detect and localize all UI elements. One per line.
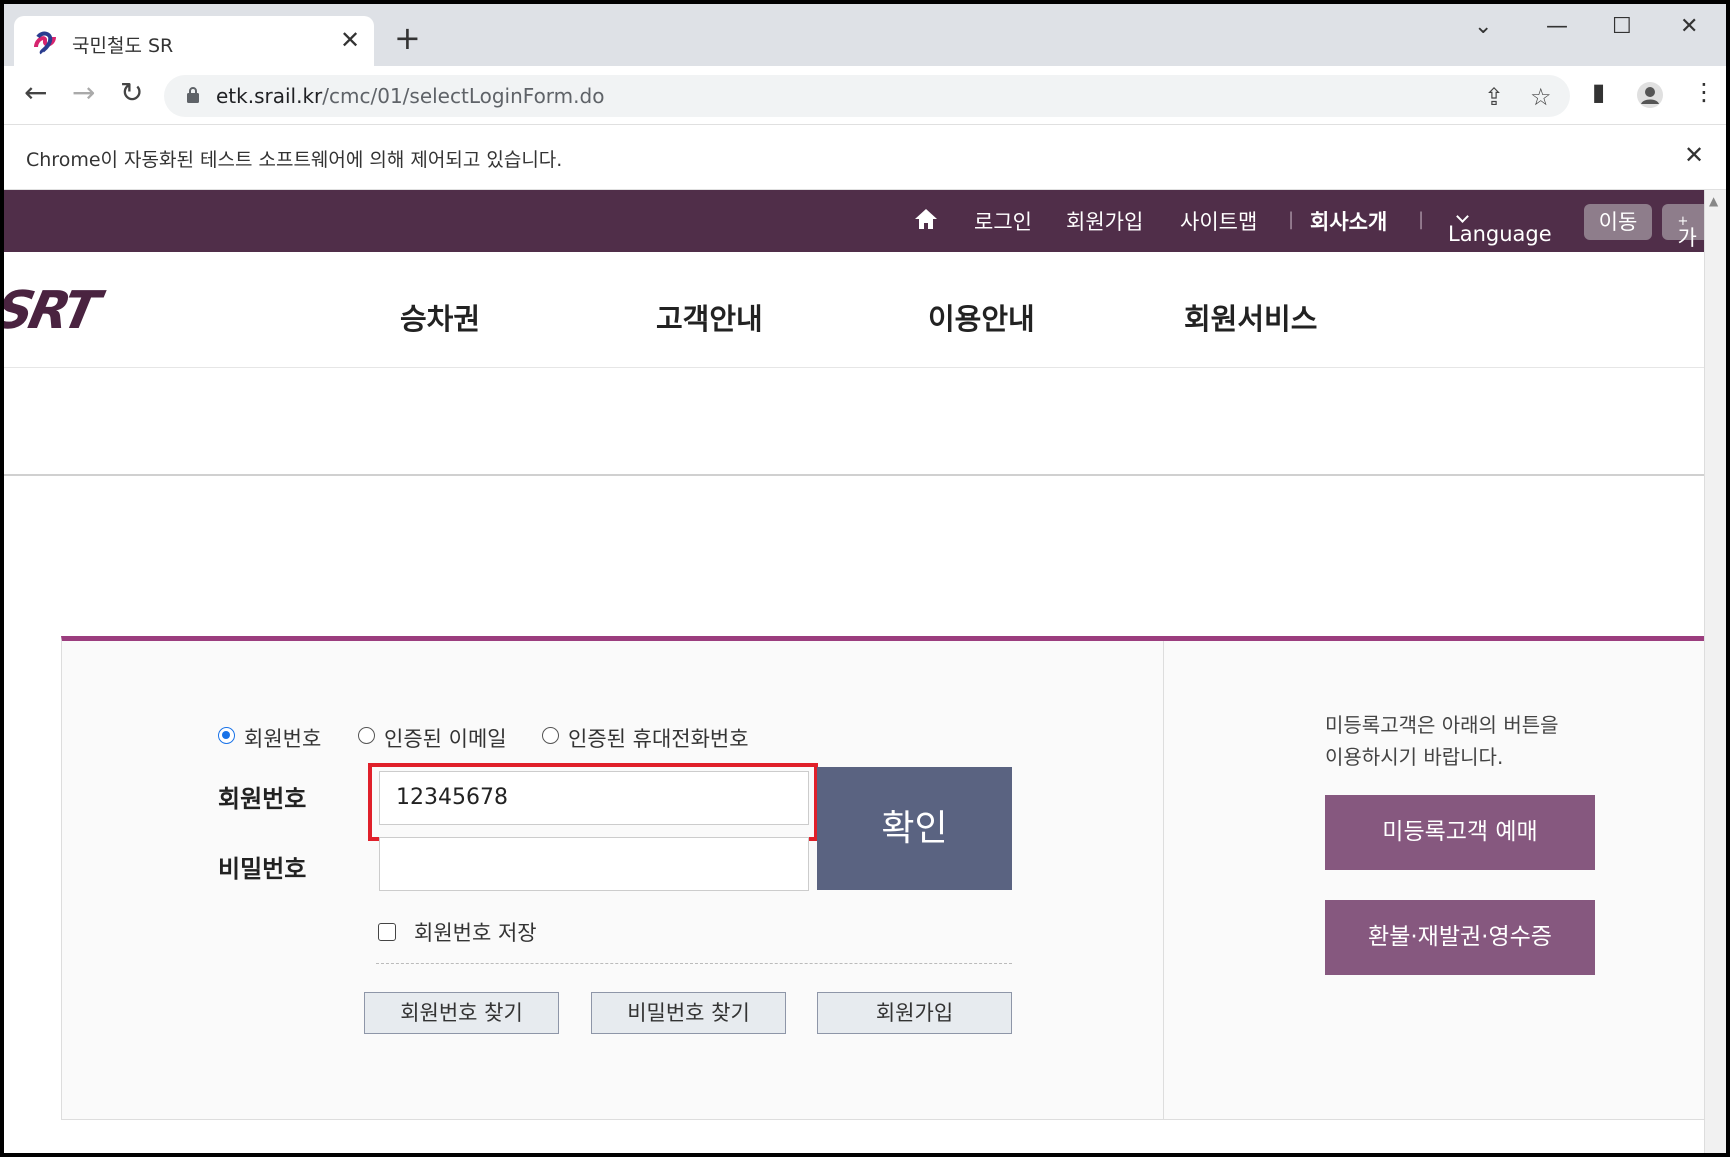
svg-text:SRT: SRT — [4, 284, 109, 334]
font-size-label: 가 — [1677, 226, 1697, 250]
tab-active[interactable]: 국민철도 SR ✕ — [14, 16, 374, 66]
site-header: SRT 승차권 고객안내 이용안내 회원서비스 — [4, 252, 1704, 368]
font-size-button[interactable]: 가 + — [1662, 204, 1704, 250]
radio-off-icon — [542, 727, 559, 744]
confirm-button[interactable]: 확인 — [817, 767, 1012, 890]
guide-line: 이용하시기 바랍니다. — [1325, 745, 1504, 769]
member-number-label: 회원번호 — [218, 785, 307, 813]
home-icon[interactable] — [914, 208, 938, 230]
url-path: /cmc/01/selectLoginForm.do — [322, 84, 605, 108]
chevron-down-icon — [1456, 210, 1469, 223]
share-icon[interactable]: ⇪ — [1484, 83, 1504, 111]
find-password-button[interactable]: 비밀번호 찾기 — [591, 992, 786, 1034]
gnb-member[interactable]: 회원서비스 — [1184, 296, 1317, 338]
password-label: 비밀번호 — [218, 855, 307, 883]
sr-favicon-icon — [34, 31, 56, 55]
maximize-icon[interactable]: ☐ — [1612, 14, 1632, 39]
utility-bar: 로그인 회원가입 사이트맵 | 회사소개 | Language 이동 가 + — [4, 190, 1704, 252]
divider: | — [1288, 209, 1295, 230]
profile-avatar-icon[interactable] — [1636, 81, 1664, 109]
radio-label: 인증된 이메일 — [384, 727, 507, 751]
guest-reserve-button[interactable]: 미등록고객 예매 — [1325, 795, 1595, 870]
gnb-customer[interactable]: 고객안내 — [656, 296, 763, 338]
gnb-ticket[interactable]: 승차권 — [400, 296, 480, 338]
login-link[interactable]: 로그인 — [974, 206, 1032, 236]
password-input[interactable] — [379, 837, 809, 891]
join-link[interactable]: 회원가입 — [1066, 206, 1143, 236]
guide-line: 미등록고객은 아래의 버튼을 — [1325, 713, 1559, 737]
window-close-icon[interactable]: ✕ — [1680, 14, 1698, 39]
browser-toolbar: ← → ↻ etk.srail.kr/cmc/01/selectLoginFor… — [4, 66, 1726, 124]
dashed-divider — [376, 963, 1012, 964]
guest-guide-text: 미등록고객은 아래의 버튼을 이용하시기 바랍니다. — [1325, 709, 1559, 773]
sub-header-band — [4, 368, 1704, 476]
url-text: etk.srail.kr/cmc/01/selectLoginForm.do — [216, 84, 604, 108]
bookmark-star-icon[interactable]: ☆ — [1530, 83, 1552, 111]
tab-title: 국민철도 SR — [72, 35, 174, 57]
save-member-checkbox[interactable] — [378, 923, 396, 941]
back-icon[interactable]: ← — [24, 78, 47, 108]
signup-button[interactable]: 회원가입 — [817, 992, 1012, 1034]
browser-window: 국민철도 SR ✕ + ⌄ — ☐ ✕ ← → ↻ etk.srail.kr/c… — [4, 4, 1726, 1153]
srt-logo[interactable]: SRT — [4, 284, 180, 334]
focus-highlight — [368, 763, 818, 841]
tab-search-icon[interactable]: ⌄ — [1474, 14, 1492, 39]
address-bar[interactable]: etk.srail.kr/cmc/01/selectLoginForm.do ⇪… — [164, 75, 1570, 117]
infobar-close-icon[interactable]: ✕ — [1684, 141, 1704, 169]
menu-kebab-icon[interactable]: ⋮ — [1692, 78, 1716, 106]
sitemap-link[interactable]: 사이트맵 — [1180, 206, 1257, 236]
language-label: Language — [1448, 222, 1552, 246]
radio-label: 인증된 휴대전화번호 — [568, 727, 749, 751]
save-member-label[interactable]: 회원번호 저장 — [414, 917, 537, 947]
radio-label: 회원번호 — [244, 727, 322, 751]
page-scrollbar[interactable]: ▲ — [1704, 190, 1726, 1153]
language-select[interactable]: Language — [1448, 206, 1552, 246]
company-link[interactable]: 회사소개 — [1310, 206, 1387, 236]
find-member-button[interactable]: 회원번호 찾기 — [364, 992, 559, 1034]
forward-icon[interactable]: → — [72, 78, 95, 108]
radio-off-icon — [358, 727, 375, 744]
login-panel: 회원번호 인증된 이메일 인증된 휴대전화번호 회원번호 12345678 비밀… — [61, 636, 1704, 1120]
automation-infobar: Chrome이 자동화된 테스트 소프트웨어에 의해 제어되고 있습니다. ✕ — [4, 124, 1726, 190]
go-button[interactable]: 이동 — [1584, 204, 1652, 240]
page-content: 로그인 회원가입 사이트맵 | 회사소개 | Language 이동 가 + SR… — [4, 190, 1704, 1153]
scroll-up-icon[interactable]: ▲ — [1709, 194, 1718, 208]
side-panel-icon[interactable]: ▮ — [1592, 78, 1605, 106]
new-tab-icon[interactable]: + — [394, 22, 421, 54]
tab-strip: 국민철도 SR ✕ + ⌄ — ☐ ✕ — [4, 4, 1726, 66]
panel-divider — [1163, 641, 1164, 1120]
gnb-guide[interactable]: 이용안내 — [928, 296, 1035, 338]
infobar-text: Chrome이 자동화된 테스트 소프트웨어에 의해 제어되고 있습니다. — [26, 149, 563, 171]
tab-close-icon[interactable]: ✕ — [340, 26, 360, 54]
refund-button[interactable]: 환불·재발권·영수증 — [1325, 900, 1595, 975]
lock-icon — [187, 87, 199, 103]
url-host: etk.srail.kr — [216, 84, 323, 108]
divider: | — [1418, 209, 1425, 230]
reload-icon[interactable]: ↻ — [120, 78, 143, 108]
minimize-icon[interactable]: — — [1546, 14, 1568, 39]
radio-on-icon — [218, 727, 235, 744]
